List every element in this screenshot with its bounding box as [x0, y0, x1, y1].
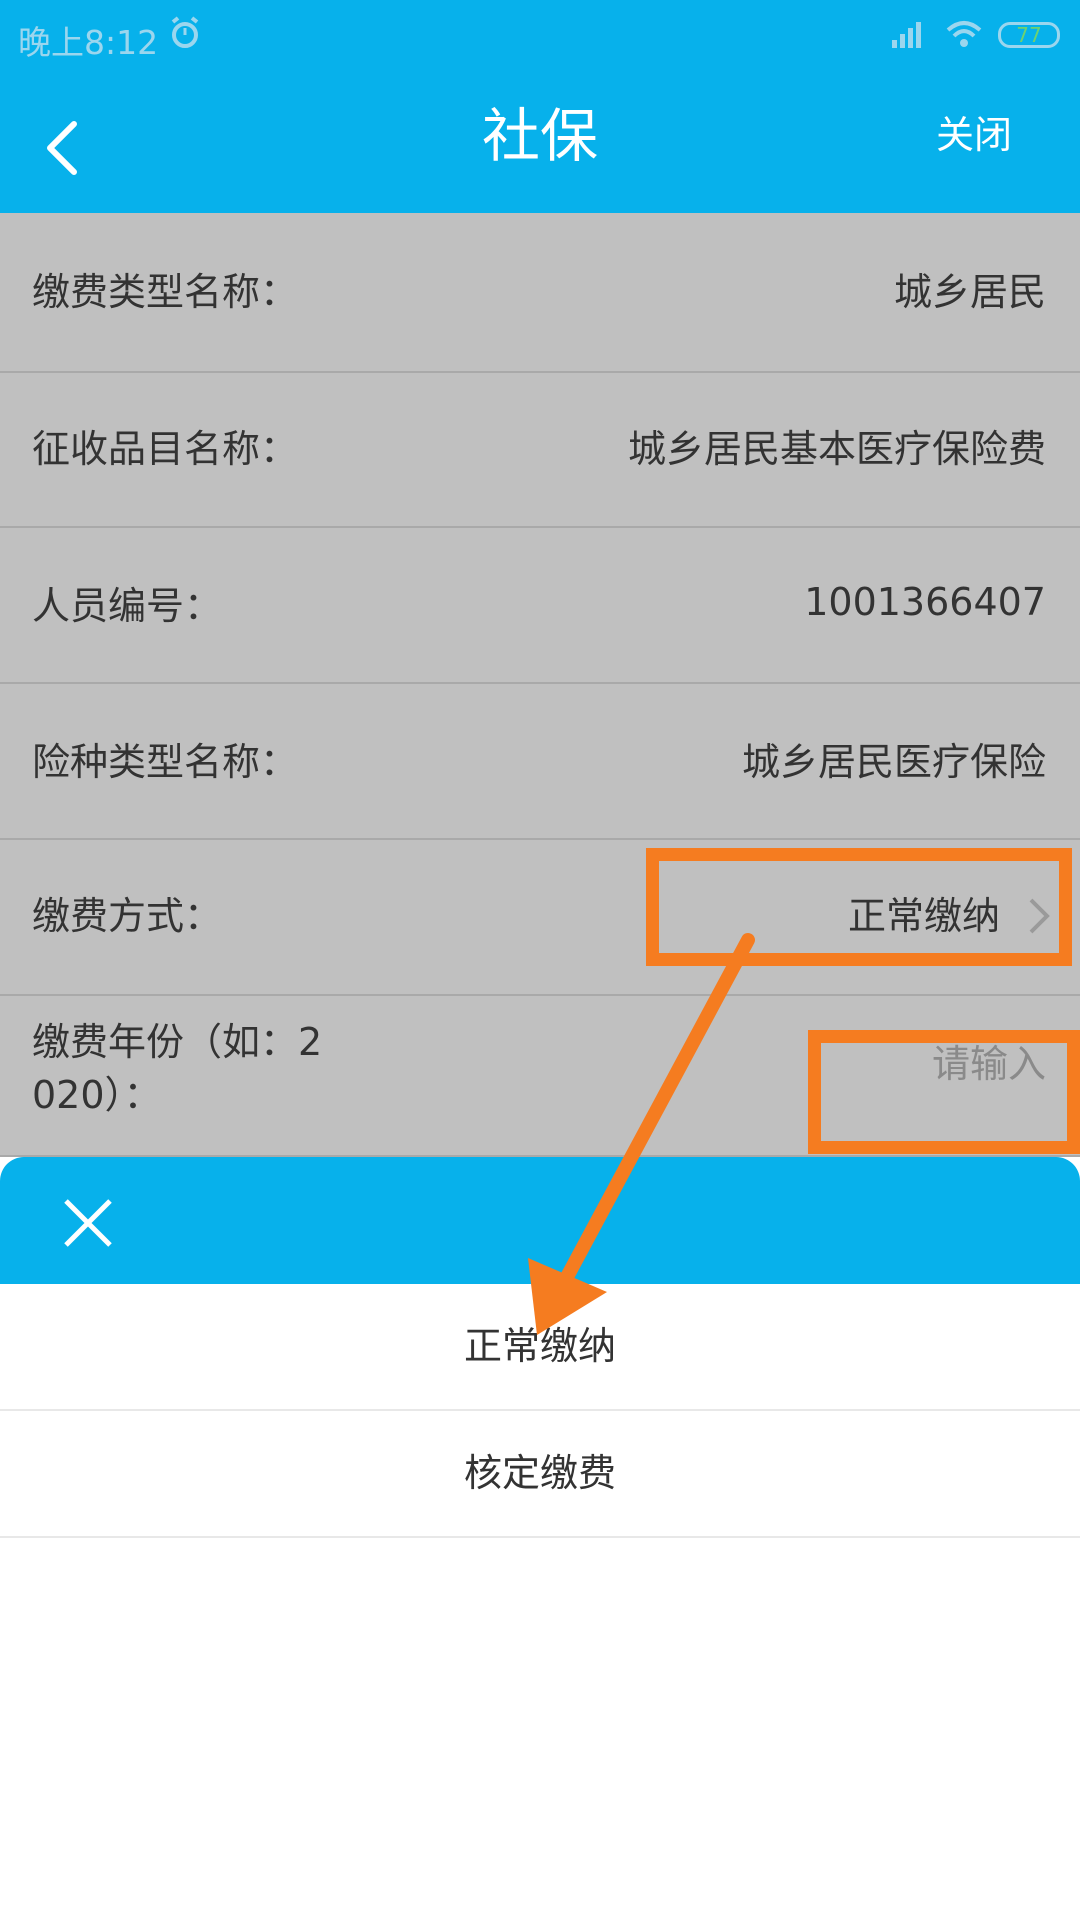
row-insurance-type: 险种类型名称： 城乡居民医疗保险	[0, 684, 1080, 840]
picker-option-assessed[interactable]: 核定缴费	[0, 1411, 1080, 1538]
page-title: 社保	[481, 102, 598, 170]
picker-header	[0, 1157, 1080, 1284]
row-value: 城乡居民医疗保险	[741, 740, 1046, 784]
picker-option-normal[interactable]: 正常缴纳	[0, 1284, 1080, 1411]
row-value: 城乡居民基本医疗保险费	[627, 427, 1046, 471]
close-icon[interactable]	[60, 1195, 116, 1251]
annotation-highlight-year-input	[808, 1030, 1080, 1154]
row-item-name: 征收品目名称： 城乡居民基本医疗保险费	[0, 373, 1080, 528]
battery-level: 77	[1016, 23, 1042, 47]
annotation-highlight-payment-method	[646, 848, 1072, 966]
app-header: 晚上8:12 77 社保 关闭	[0, 0, 1080, 213]
wifi-icon	[945, 18, 983, 58]
row-label: 人员编号：	[32, 584, 223, 628]
status-bar: 晚上8:12 77	[0, 0, 1080, 75]
row-person-id: 人员编号： 1001366407	[0, 528, 1080, 684]
battery-icon: 77	[998, 22, 1060, 48]
row-label-line2: 020）：	[32, 1073, 162, 1117]
row-label: 征收品目名称：	[32, 427, 299, 471]
row-label: 险种类型名称：	[32, 740, 299, 784]
row-label: 缴费方式：	[32, 894, 223, 938]
alarm-icon	[168, 16, 202, 58]
row-label: 缴费类型名称：	[32, 270, 299, 314]
row-value: 城乡居民	[893, 270, 1046, 314]
form-list: 缴费类型名称： 城乡居民 征收品目名称： 城乡居民基本医疗保险费 人员编号： 1…	[0, 213, 1080, 1157]
picker-sheet: 正常缴纳 核定缴费	[0, 1157, 1080, 1920]
row-value: 1001366407	[804, 580, 1046, 624]
status-time: 晚上8:12	[18, 23, 159, 62]
row-payment-type: 缴费类型名称： 城乡居民	[0, 213, 1080, 373]
signal-icon	[888, 18, 928, 58]
close-button[interactable]: 关闭	[936, 110, 1012, 160]
row-label-line1: 缴费年份（如：2	[32, 1020, 323, 1064]
